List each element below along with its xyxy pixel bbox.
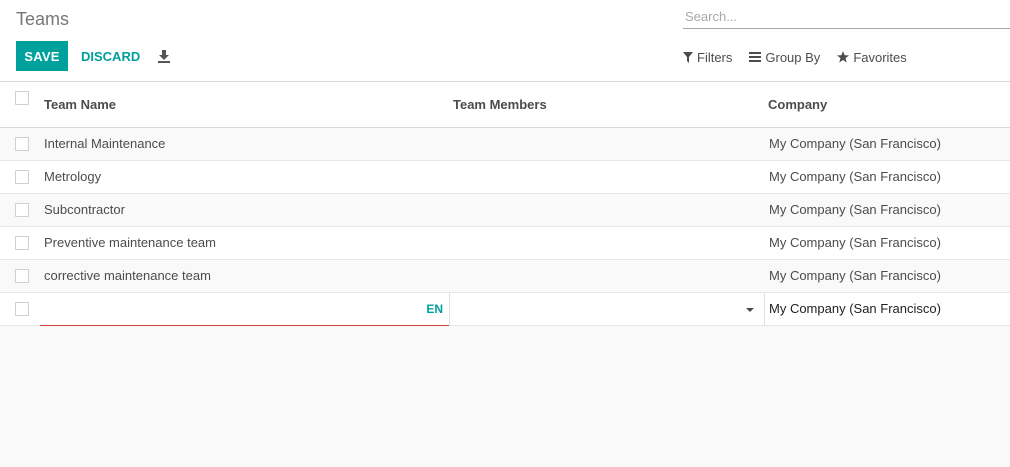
row-checkbox[interactable] xyxy=(15,236,29,250)
filter-icon xyxy=(683,51,693,63)
teams-table: Team Name Team Members Company Internal … xyxy=(0,82,1010,326)
star-icon xyxy=(837,51,850,63)
table-header: Team Name Team Members Company xyxy=(0,82,1010,128)
team-name-input[interactable] xyxy=(44,293,424,323)
favorites-toggle[interactable]: Favorites xyxy=(837,49,907,65)
table-row[interactable]: Subcontractor My Company (San Francisco) xyxy=(0,194,1010,227)
row-checkbox[interactable] xyxy=(15,302,29,316)
favorites-label: Favorites xyxy=(853,49,907,65)
search-box[interactable] xyxy=(683,5,1010,29)
bars-icon xyxy=(749,52,762,62)
search-options: Filters Group By Favorites xyxy=(683,47,924,67)
search-input[interactable] xyxy=(683,5,1010,27)
row-checkbox[interactable] xyxy=(15,170,29,184)
translate-language-button[interactable]: EN xyxy=(426,302,443,316)
discard-button[interactable]: DISCARD xyxy=(75,41,146,71)
team-name-cell: Subcontractor xyxy=(44,202,125,217)
row-checkbox[interactable] xyxy=(15,137,29,151)
team-members-dropdown[interactable] xyxy=(450,293,764,326)
download-icon xyxy=(158,49,170,63)
team-name-cell: Internal Maintenance xyxy=(44,136,166,151)
select-all-checkbox[interactable] xyxy=(15,91,29,105)
team-name-field[interactable]: EN xyxy=(40,293,449,326)
row-checkbox[interactable] xyxy=(15,269,29,283)
company-cell: My Company (San Francisco) xyxy=(769,202,941,217)
group-by-toggle[interactable]: Group By xyxy=(749,50,820,65)
column-header-company[interactable]: Company xyxy=(768,97,827,112)
filters-label: Filters xyxy=(697,49,733,65)
control-panel: Teams SAVE DISCARD Filters Group By xyxy=(0,0,1010,82)
group-by-label: Group By xyxy=(765,49,821,65)
team-name-cell: Preventive maintenance team xyxy=(44,235,216,250)
new-record-row[interactable]: EN My Company (San Francisco) xyxy=(0,293,1010,326)
company-cell: My Company (San Francisco) xyxy=(769,235,941,250)
save-button[interactable]: SAVE xyxy=(16,41,68,71)
table-row[interactable]: Preventive maintenance team My Company (… xyxy=(0,227,1010,260)
download-button[interactable] xyxy=(154,44,174,68)
column-header-team-name[interactable]: Team Name xyxy=(44,97,116,112)
column-header-team-members[interactable]: Team Members xyxy=(453,97,547,112)
company-value: My Company (San Francisco) xyxy=(769,301,941,316)
caret-down-icon[interactable] xyxy=(746,308,754,312)
company-cell: My Company (San Francisco) xyxy=(769,136,941,151)
company-cell: My Company (San Francisco) xyxy=(769,268,941,283)
team-name-cell: corrective maintenance team xyxy=(44,268,211,283)
page-title: Teams xyxy=(16,9,70,29)
table-row[interactable]: corrective maintenance team My Company (… xyxy=(0,260,1010,293)
table-row[interactable]: Metrology My Company (San Francisco) xyxy=(0,161,1010,194)
table-row[interactable]: Internal Maintenance My Company (San Fra… xyxy=(0,128,1010,161)
filters-toggle[interactable]: Filters xyxy=(683,50,732,65)
team-name-cell: Metrology xyxy=(44,169,102,184)
company-field[interactable]: My Company (San Francisco) xyxy=(765,293,1010,326)
row-checkbox[interactable] xyxy=(15,203,29,217)
company-cell: My Company (San Francisco) xyxy=(769,169,941,184)
